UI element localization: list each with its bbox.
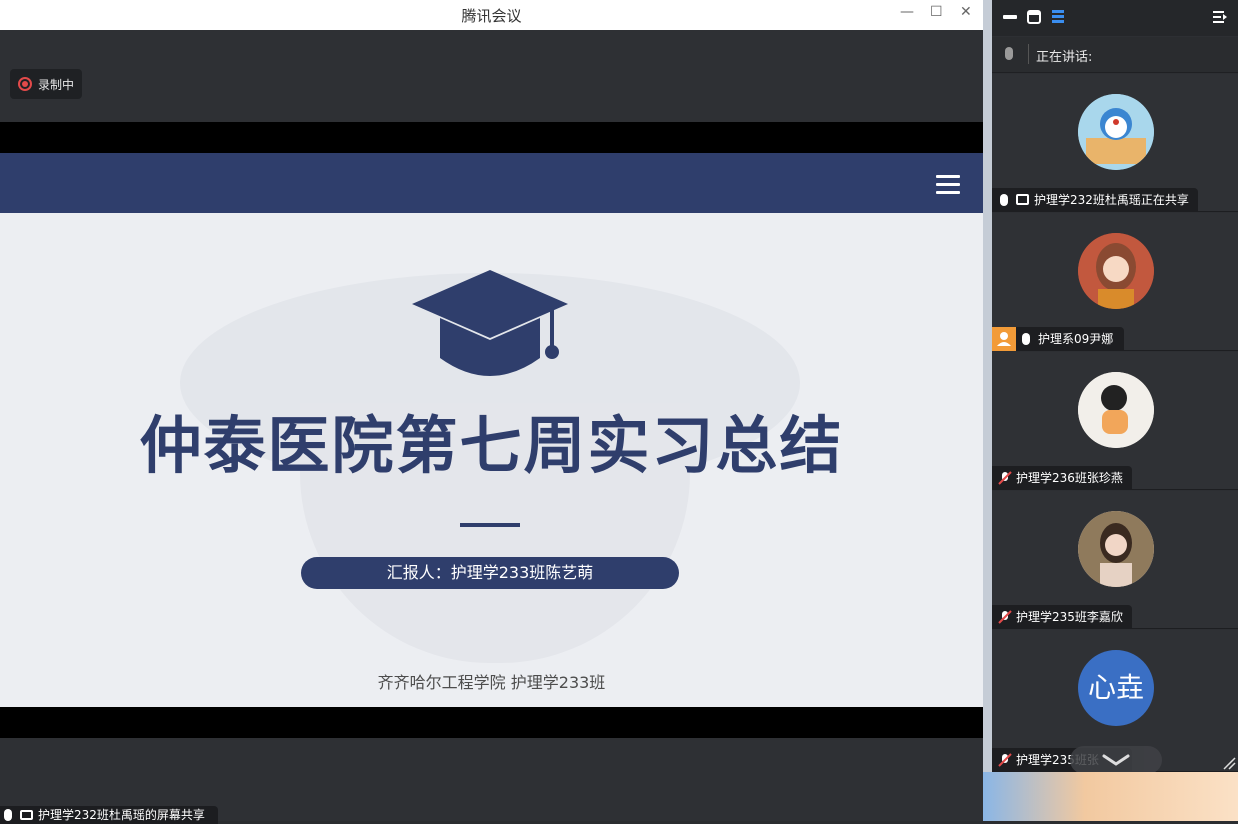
participant-nametag: 护理系09尹娜	[992, 327, 1124, 351]
mic-icon	[1000, 194, 1008, 206]
participant-name: 护理学235班李嘉欣	[1016, 610, 1123, 624]
avatar	[1078, 511, 1154, 587]
letterbox-top	[0, 122, 983, 153]
menu-icon	[936, 175, 960, 194]
participant-tile[interactable]: 护理学232班杜禹瑶正在共享	[992, 74, 1238, 212]
letterbox-bottom	[0, 707, 983, 738]
title-bar: 腾讯会议 — ☐ ✕	[0, 0, 983, 30]
screen-share-label: 护理学232班杜禹瑶的屏幕共享	[38, 808, 205, 822]
participant-name: 护理学236班张珍燕	[1016, 471, 1123, 485]
scroll-down-button[interactable]	[1070, 746, 1162, 774]
graduation-cap-icon	[412, 270, 568, 376]
mic-muted-icon	[998, 753, 1012, 767]
speaking-label: 正在讲话:	[1036, 50, 1093, 65]
collapse-panel-icon[interactable]	[1212, 9, 1228, 25]
sidebar-toolbar	[992, 0, 1238, 36]
maximize-button[interactable]: ☐	[930, 4, 943, 20]
mic-icon	[4, 809, 12, 821]
recording-label: 录制中	[38, 78, 75, 92]
title-divider	[460, 523, 520, 527]
screen-share-icon	[1016, 194, 1029, 205]
speaking-bar: 正在讲话:	[992, 37, 1238, 73]
participant-sidebar: 正在讲话: 护理学232班杜禹瑶正在共享 护理系09尹娜 护理学236班张珍燕	[992, 0, 1238, 821]
minimize-button[interactable]: —	[900, 4, 914, 20]
participant-nametag: 护理学236班张珍燕	[992, 466, 1132, 490]
screen-share-tag: 护理学232班杜禹瑶的屏幕共享	[0, 806, 218, 824]
minimize-view-icon[interactable]	[1002, 9, 1018, 25]
participant-tile[interactable]: 护理学235班李嘉欣	[992, 491, 1238, 629]
host-icon	[992, 327, 1016, 351]
desktop-background	[983, 772, 1238, 821]
window-title: 腾讯会议	[461, 7, 522, 25]
participant-tile[interactable]: 护理系09尹娜	[992, 213, 1238, 351]
recording-indicator[interactable]: 录制中	[10, 69, 82, 99]
slide-title: 仲泰医院第七周实习总结	[139, 409, 844, 482]
meeting-main-area: 腾讯会议 — ☐ ✕ 录制中 仲泰医院第七周实习总结 汇报人：护理学233班陈艺…	[0, 0, 983, 824]
resize-handle-icon[interactable]	[1222, 756, 1236, 770]
screen-share-icon	[20, 810, 33, 820]
participant-name: 护理系09尹娜	[1038, 332, 1114, 346]
panel-divider[interactable]	[983, 0, 992, 821]
avatar-initials: 心垚	[1087, 671, 1144, 704]
list-view-icon[interactable]	[1050, 9, 1066, 25]
participant-tile[interactable]: 护理学236班张珍燕	[992, 352, 1238, 490]
avatar	[1078, 94, 1154, 170]
mic-muted-icon	[998, 610, 1012, 624]
mic-muted-icon	[998, 471, 1012, 485]
mic-icon	[1005, 47, 1013, 60]
avatar	[1078, 372, 1154, 448]
school-text: 齐齐哈尔工程学院 护理学233班	[377, 673, 606, 692]
chevron-down-icon	[1102, 754, 1130, 766]
avatar: 心垚	[1078, 650, 1154, 726]
participant-nametag: 护理学235班李嘉欣	[992, 605, 1132, 629]
shared-slide: 仲泰医院第七周实习总结 汇报人：护理学233班陈艺萌 齐齐哈尔工程学院 护理学2…	[0, 153, 983, 707]
participant-nametag: 护理学232班杜禹瑶正在共享	[992, 188, 1198, 212]
slide-header-bar	[0, 153, 983, 213]
window-view-icon[interactable]	[1026, 9, 1042, 25]
presenter-pill: 汇报人：护理学233班陈艺萌	[301, 557, 679, 589]
mic-icon	[1022, 333, 1030, 345]
participant-name: 护理学232班杜禹瑶正在共享	[1034, 193, 1189, 207]
avatar	[1078, 233, 1154, 309]
record-icon	[18, 77, 32, 91]
close-button[interactable]: ✕	[960, 4, 972, 20]
